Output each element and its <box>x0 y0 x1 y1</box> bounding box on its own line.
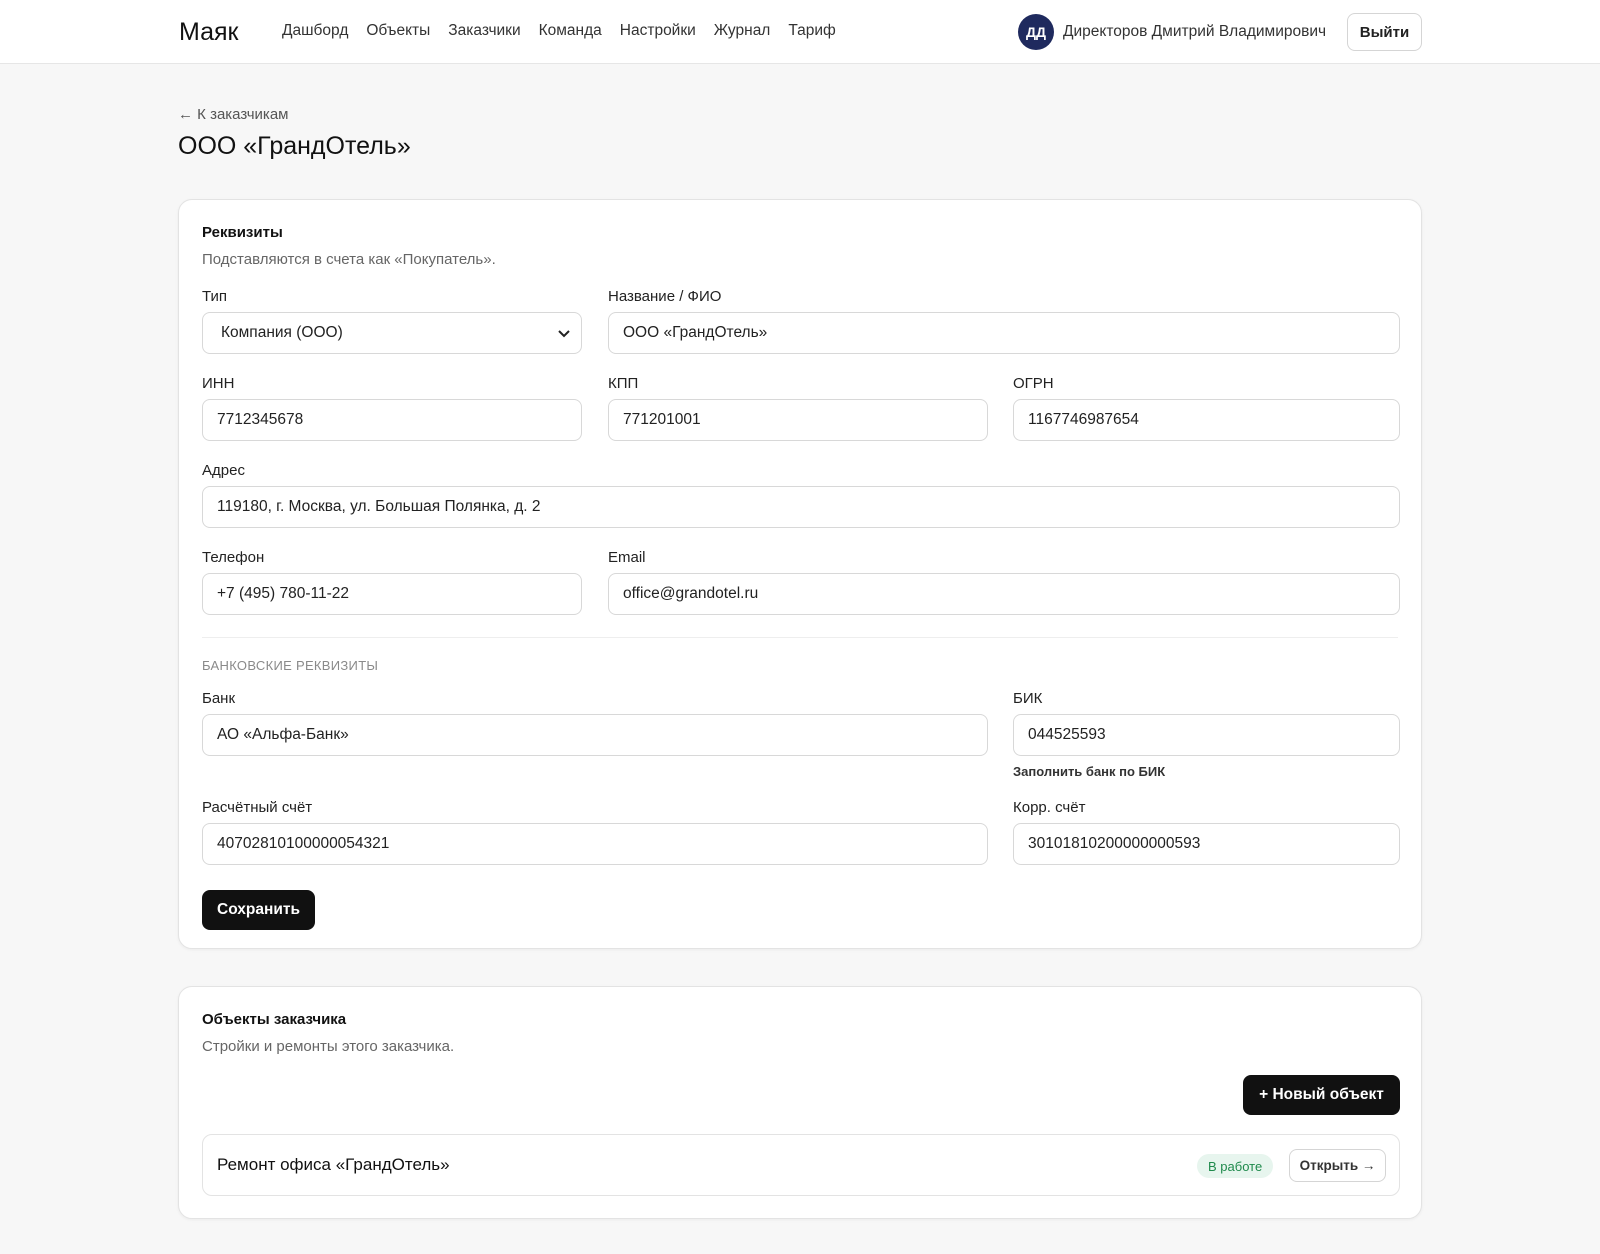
ogrn-label: ОГРН <box>1013 375 1054 392</box>
fill-bank-by-bik-link[interactable]: Заполнить банк по БИК <box>1013 764 1165 779</box>
bank-label: Банк <box>202 690 236 707</box>
brand-logo[interactable]: Маяк <box>179 18 239 47</box>
requisites-card: Реквизиты Подставляются в счета как «Пок… <box>178 199 1422 949</box>
inn-input[interactable]: 7712345678 <box>202 399 582 441</box>
corr-account-label: Корр. счёт <box>1013 799 1086 816</box>
type-select[interactable]: Компания (ООО) <box>202 312 582 354</box>
nav-item-tariff[interactable]: Тариф <box>788 22 835 40</box>
bik-field: БИК 044525593 Заполнить банк по БИК <box>1013 690 1400 779</box>
ogrn-field: ОГРН 1167746987654 <box>1013 375 1400 441</box>
address-label: Адрес <box>202 462 245 479</box>
inn-label: ИНН <box>202 375 235 392</box>
nav-item-team[interactable]: Команда <box>539 22 602 40</box>
new-object-button[interactable]: + Новый объект <box>1243 1075 1400 1115</box>
account-field: Расчётный счёт 40702810100000054321 <box>202 799 988 865</box>
kpp-field: КПП 771201001 <box>608 375 988 441</box>
status-badge: В работе <box>1197 1154 1274 1178</box>
type-value: Компания (ООО) <box>221 324 343 341</box>
logout-button[interactable]: Выйти <box>1347 13 1422 51</box>
corr-account-input[interactable]: 30101810200000000593 <box>1013 823 1400 865</box>
corr-account-field: Корр. счёт 30101810200000000593 <box>1013 799 1400 865</box>
email-field: Email office@grandotel.ru <box>608 549 1400 615</box>
nav-item-customers[interactable]: Заказчики <box>448 22 520 40</box>
name-input[interactable]: ООО «ГрандОтель» <box>608 312 1400 354</box>
chevron-down-icon <box>558 330 570 338</box>
nav-item-settings[interactable]: Настройки <box>620 22 696 40</box>
bik-label: БИК <box>1013 690 1043 707</box>
address-field: Адрес 119180, г. Москва, ул. Большая Пол… <box>202 462 1400 528</box>
card-subtitle: Подставляются в счета как «Покупатель». <box>202 251 496 268</box>
bank-section-heading: БАНКОВСКИЕ РЕКВИЗИТЫ <box>202 658 379 673</box>
avatar: ДД <box>1018 14 1054 50</box>
main-nav: Дашборд Объекты Заказчики Команда Настро… <box>282 22 836 40</box>
top-navbar: Маяк Дашборд Объекты Заказчики Команда Н… <box>0 0 1600 64</box>
user-info: ДД Директоров Дмитрий Владимирович <box>1018 14 1326 50</box>
phone-field: Телефон +7 (495) 780-11-22 <box>202 549 582 615</box>
phone-input[interactable]: +7 (495) 780-11-22 <box>202 573 582 615</box>
type-label: Тип <box>202 288 228 305</box>
bik-input[interactable]: 044525593 <box>1013 714 1400 756</box>
save-button[interactable]: Сохранить <box>202 890 315 930</box>
inn-field: ИНН 7712345678 <box>202 375 582 441</box>
card-title: Объекты заказчика <box>202 1011 347 1028</box>
account-label: Расчётный счёт <box>202 799 313 816</box>
page-title: ООО «ГрандОтель» <box>178 132 411 160</box>
object-name: Ремонт офиса «ГрандОтель» <box>217 1155 450 1174</box>
ogrn-input[interactable]: 1167746987654 <box>1013 399 1400 441</box>
nav-item-journal[interactable]: Журнал <box>714 22 771 40</box>
name-field: Название / ФИО ООО «ГрандОтель» <box>608 288 1400 354</box>
address-input[interactable]: 119180, г. Москва, ул. Большая Полянка, … <box>202 486 1400 528</box>
bank-input[interactable]: АО «Альфа-Банк» <box>202 714 988 756</box>
email-label: Email <box>608 549 646 566</box>
user-name: Директоров Дмитрий Владимирович <box>1063 23 1327 40</box>
phone-label: Телефон <box>202 549 265 566</box>
list-item: Ремонт офиса «ГрандОтель» В работе Откры… <box>202 1134 1400 1196</box>
name-label: Название / ФИО <box>608 288 722 305</box>
nav-item-dashboard[interactable]: Дашборд <box>282 22 348 40</box>
nav-item-objects[interactable]: Объекты <box>366 22 430 40</box>
objects-card: Объекты заказчика Стройки и ремонты этог… <box>178 986 1422 1219</box>
divider <box>202 637 1398 638</box>
email-input[interactable]: office@grandotel.ru <box>608 573 1400 615</box>
kpp-input[interactable]: 771201001 <box>608 399 988 441</box>
type-field: Тип Компания (ООО) <box>202 288 582 354</box>
open-object-button[interactable]: Открыть → <box>1289 1149 1386 1182</box>
card-title: Реквизиты <box>202 224 283 241</box>
card-subtitle: Стройки и ремонты этого заказчика. <box>202 1038 455 1055</box>
back-link[interactable]: ← К заказчикам <box>178 106 288 123</box>
bank-field: Банк АО «Альфа-Банк» <box>202 690 988 756</box>
kpp-label: КПП <box>608 375 639 392</box>
account-input[interactable]: 40702810100000054321 <box>202 823 988 865</box>
